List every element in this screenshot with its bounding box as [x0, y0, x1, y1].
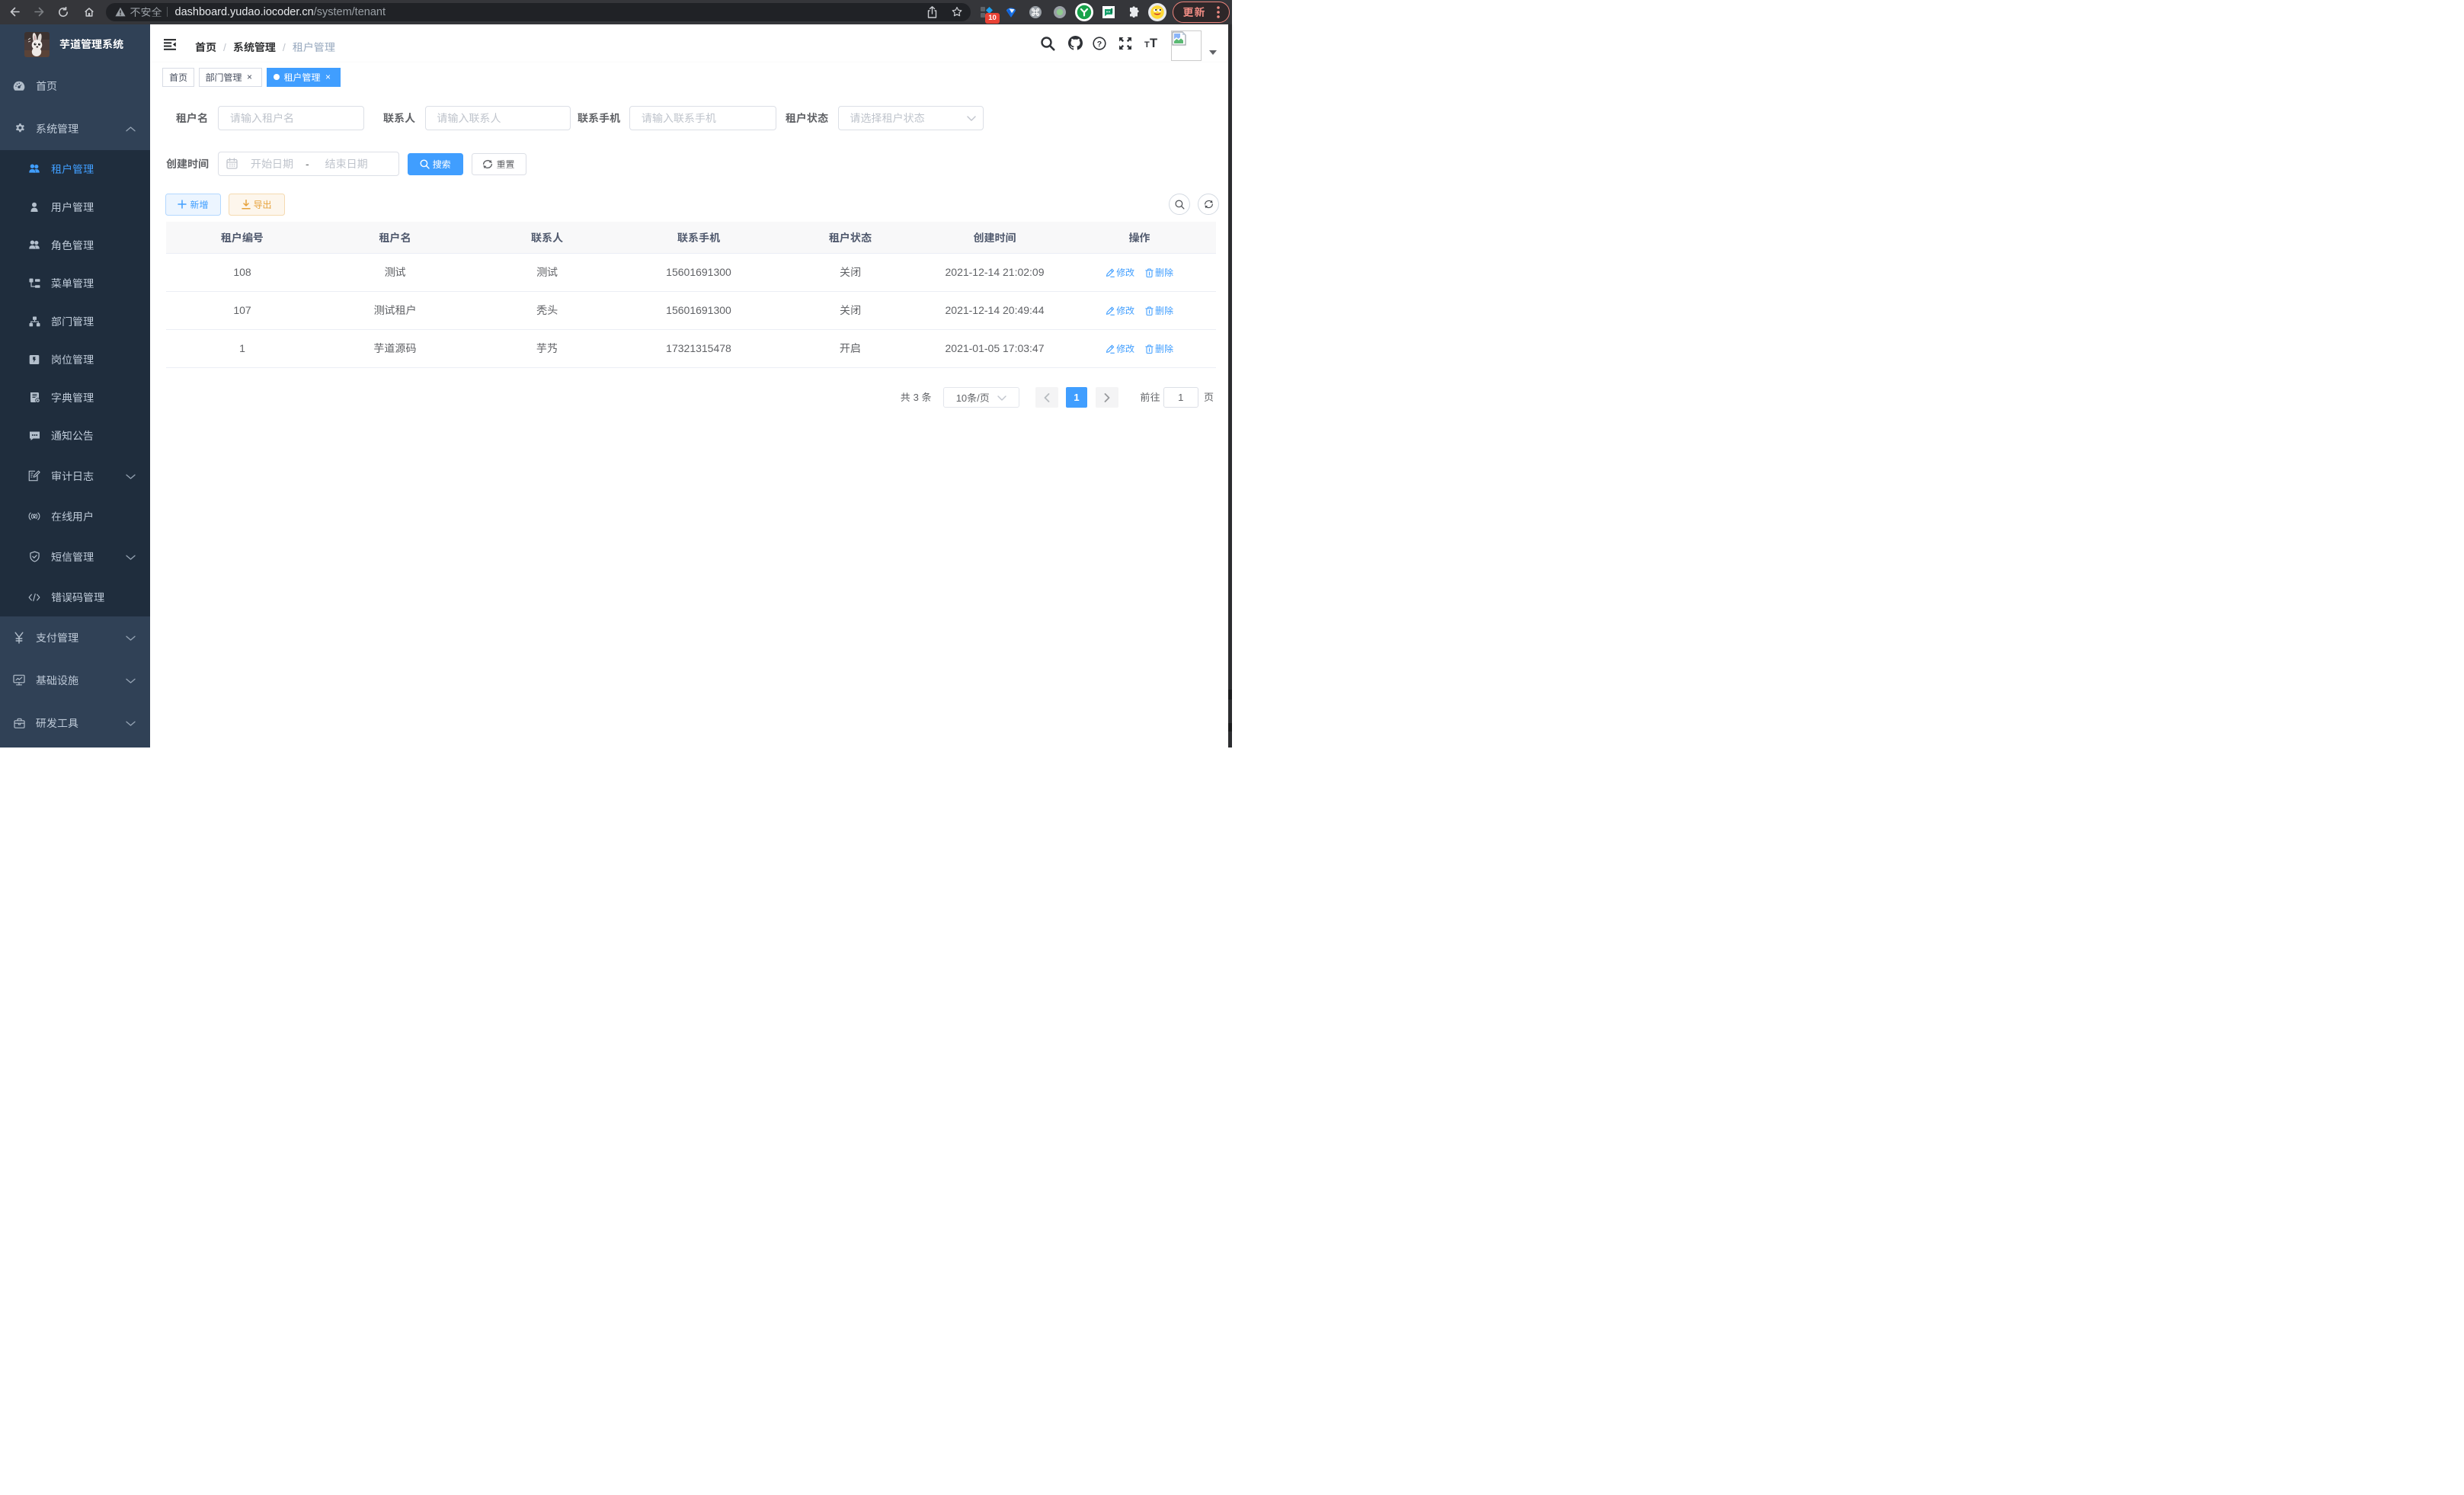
svg-text:?: ? — [1097, 40, 1102, 49]
svg-text:T: T — [1150, 37, 1157, 50]
svg-text:T: T — [1144, 40, 1150, 50]
